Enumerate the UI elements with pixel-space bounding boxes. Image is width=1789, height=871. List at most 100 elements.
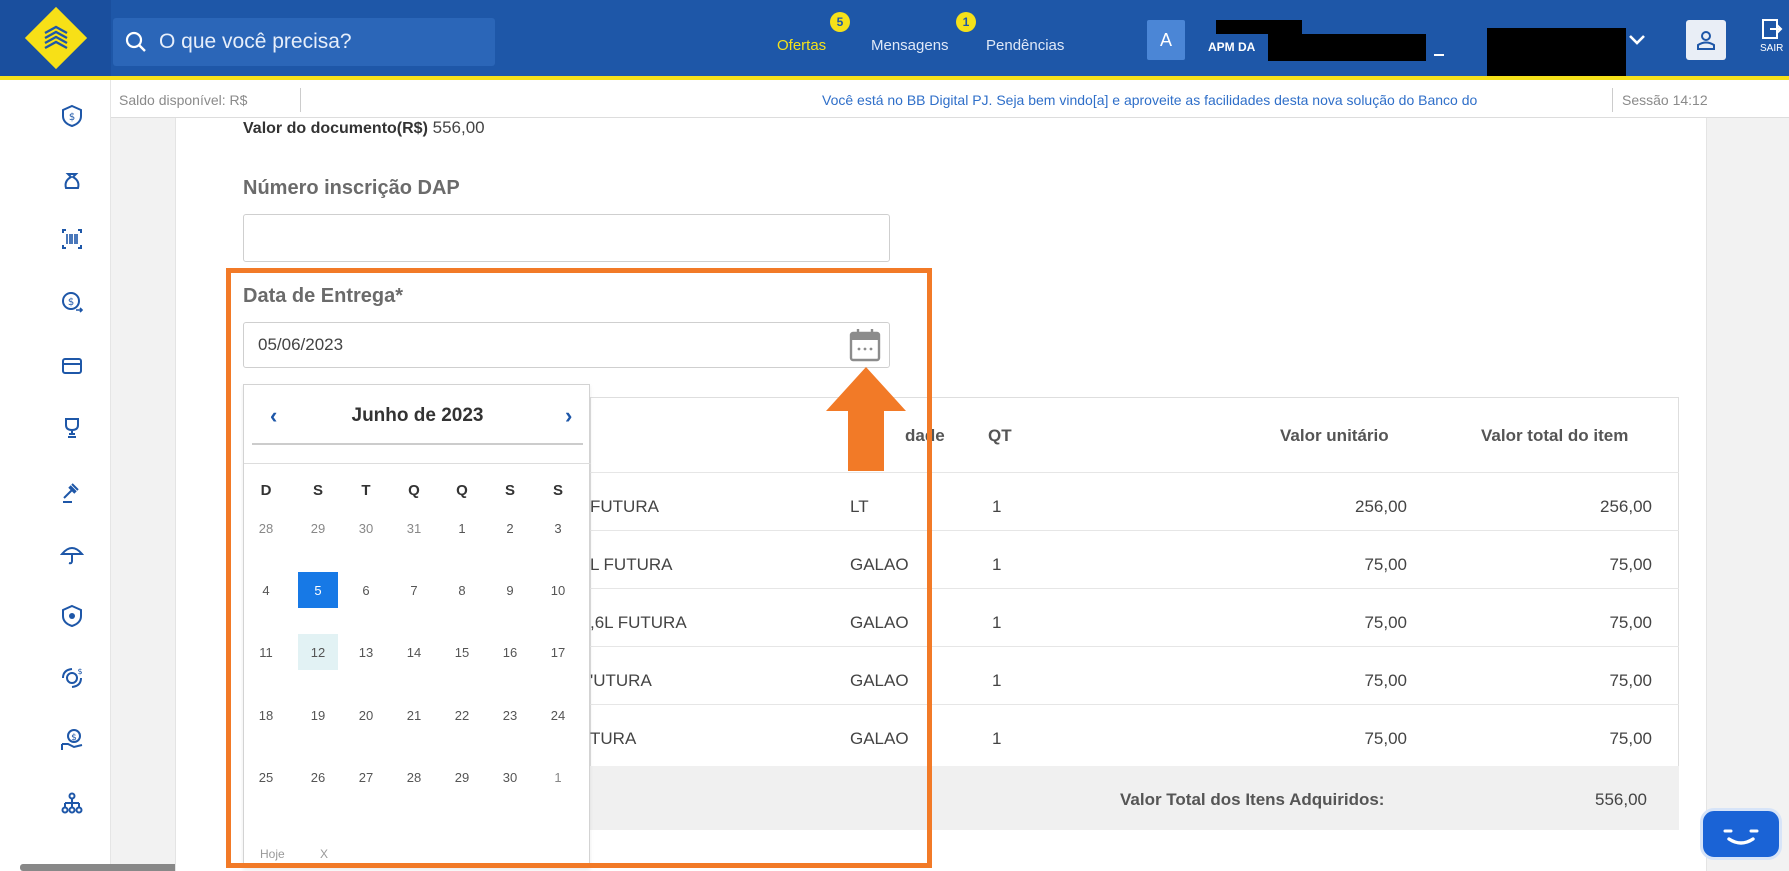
top-bar: 5 Ofertas 1 Mensagens Pendências A APM D… xyxy=(0,0,1789,80)
barcode-icon[interactable] xyxy=(58,225,86,253)
dap-input[interactable] xyxy=(243,214,890,262)
account-dash xyxy=(1434,54,1444,56)
calendar-day[interactable]: 19 xyxy=(298,697,338,733)
svg-text:$: $ xyxy=(71,733,77,743)
calendar-day[interactable]: 24 xyxy=(538,697,578,733)
delivery-date-input[interactable] xyxy=(243,322,890,368)
unit-price-cell: 75,00 xyxy=(1364,671,1407,690)
account-selector[interactable]: APM DA xyxy=(1208,20,1444,62)
calendar-day[interactable]: 15 xyxy=(442,634,482,670)
shield-dollar-icon[interactable]: $ xyxy=(58,102,86,130)
calendar-icon[interactable] xyxy=(848,327,882,363)
calendar-day[interactable]: 9 xyxy=(490,572,530,608)
unit-cell: LT xyxy=(850,497,869,516)
umbrella-icon[interactable] xyxy=(58,540,86,568)
calendar-day[interactable]: 22 xyxy=(442,697,482,733)
calendar-day[interactable]: 5 xyxy=(298,572,338,608)
calendar-day[interactable]: 30 xyxy=(490,759,530,795)
calendar-day[interactable]: 7 xyxy=(394,572,434,608)
qt-cell: 1 xyxy=(992,613,1002,632)
bb-logo-icon xyxy=(24,6,87,70)
account-avatar[interactable]: A xyxy=(1147,20,1185,60)
calendar-day[interactable]: 29 xyxy=(298,510,338,546)
clear-button[interactable]: X xyxy=(320,847,328,861)
redaction-mask xyxy=(1216,20,1302,34)
calendar-day[interactable]: 30 xyxy=(346,510,386,546)
date-picker-header: Junho de 2023 ‹ › xyxy=(252,393,583,445)
user-icon xyxy=(1697,31,1715,50)
calendar-day[interactable]: 18 xyxy=(246,697,286,733)
calendar-day[interactable]: 11 xyxy=(246,634,286,670)
calendar-day[interactable]: 28 xyxy=(246,510,286,546)
calendar-day[interactable]: 31 xyxy=(394,510,434,546)
row-divider xyxy=(590,472,1679,473)
calendar-day[interactable]: 1 xyxy=(538,759,578,795)
total-label: Valor Total dos Itens Adquiridos: xyxy=(1120,790,1385,809)
today-button[interactable]: Hoje xyxy=(260,847,285,861)
calendar-day[interactable]: 13 xyxy=(346,634,386,670)
scrollbar[interactable] xyxy=(20,864,182,871)
calendar-day[interactable]: 1 xyxy=(442,510,482,546)
chat-assistant-button[interactable] xyxy=(1700,808,1782,860)
exit-icon xyxy=(1761,19,1783,39)
account-name: APM DA xyxy=(1208,40,1256,54)
unit-cell: GALAO xyxy=(850,729,909,748)
calendar-day[interactable]: 23 xyxy=(490,697,530,733)
session-timer: Sessão 14:12 xyxy=(1622,92,1708,108)
prev-month-button[interactable]: ‹ xyxy=(270,403,277,429)
coin-transfer-icon[interactable]: $ xyxy=(58,288,86,316)
calendar-day[interactable]: 2 xyxy=(490,510,530,546)
calendar-day[interactable]: 21 xyxy=(394,697,434,733)
nav-mensagens[interactable]: Mensagens xyxy=(871,37,949,54)
exit-button[interactable]: SAIR xyxy=(1760,18,1783,54)
user-profile-button[interactable] xyxy=(1686,20,1726,60)
chevron-down-icon[interactable] xyxy=(1628,30,1646,53)
card-icon[interactable] xyxy=(58,352,86,380)
calendar-day[interactable]: 8 xyxy=(442,572,482,608)
calendar-day[interactable]: 25 xyxy=(246,759,286,795)
currency-exchange-icon[interactable]: $ xyxy=(58,664,86,692)
calendar-day[interactable]: 10 xyxy=(538,572,578,608)
calendar-day[interactable]: 4 xyxy=(246,572,286,608)
gavel-icon[interactable] xyxy=(58,478,86,506)
unit-price-cell: 256,00 xyxy=(1355,497,1407,516)
shield-icon[interactable] xyxy=(58,602,86,630)
money-bag-icon[interactable] xyxy=(58,166,86,194)
calendar-day[interactable]: 26 xyxy=(298,759,338,795)
calendar-day[interactable]: 29 xyxy=(442,759,482,795)
org-chart-icon[interactable] xyxy=(58,789,86,817)
weekday-header: Q xyxy=(456,482,468,499)
sidebar: $ $ $ $ xyxy=(0,80,111,871)
calendar-day[interactable]: 6 xyxy=(346,572,386,608)
bank-logo[interactable] xyxy=(0,0,111,76)
col-total-header: Valor total do item xyxy=(1481,426,1629,445)
total-cell: 75,00 xyxy=(1609,729,1652,748)
calendar-day[interactable]: 20 xyxy=(346,697,386,733)
next-month-button[interactable]: › xyxy=(565,403,572,429)
calendar-day[interactable]: 14 xyxy=(394,634,434,670)
date-picker: Junho de 2023 ‹ › D S T Q Q S S 28 29 30 31 1 2 3 4 5 6 7… xyxy=(243,384,591,868)
calendar-day[interactable]: 28 xyxy=(394,759,434,795)
search-input[interactable] xyxy=(159,30,479,54)
svg-text:$: $ xyxy=(77,667,82,676)
nav-pendencias[interactable]: Pendências xyxy=(986,37,1064,54)
calendar-day[interactable]: 12 xyxy=(298,634,338,670)
total-cell: 75,00 xyxy=(1609,555,1652,574)
hand-coin-icon[interactable]: $ xyxy=(58,726,86,754)
calendar-day[interactable]: 3 xyxy=(538,510,578,546)
document-value: Valor do documento(R$) 556,00 xyxy=(243,118,485,138)
calendar-day[interactable]: 17 xyxy=(538,634,578,670)
smile-icon xyxy=(1723,829,1759,845)
qt-cell: 1 xyxy=(992,555,1002,574)
search-icon xyxy=(125,31,146,52)
total-cell: 256,00 xyxy=(1600,497,1652,516)
nav-ofertas[interactable]: Ofertas xyxy=(777,37,826,54)
row-divider xyxy=(590,588,1679,589)
calendar-day[interactable]: 27 xyxy=(346,759,386,795)
row-divider xyxy=(590,704,1679,705)
search-bar[interactable] xyxy=(113,18,495,66)
calendar-day[interactable]: 16 xyxy=(490,634,530,670)
qt-cell: 1 xyxy=(992,729,1002,748)
day-grid: D S T Q Q S S 28 29 30 31 1 2 3 4 5 6 7 8 9 10 11 12 13 14 15 16 17… xyxy=(244,463,591,843)
trophy-icon[interactable] xyxy=(58,414,86,442)
